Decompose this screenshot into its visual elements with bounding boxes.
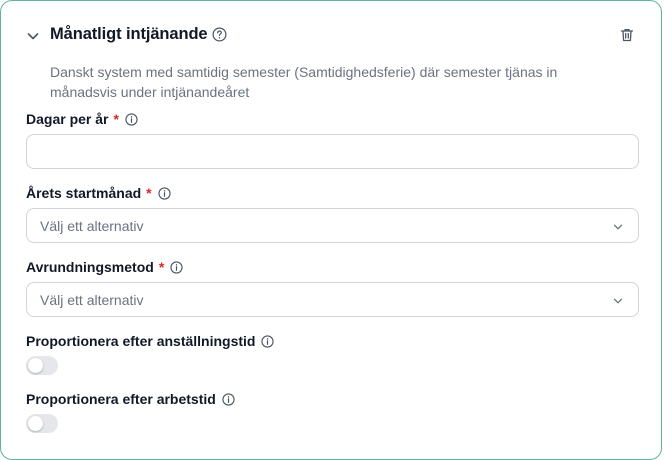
required-marker: * — [146, 185, 152, 201]
start-month-label: Årets startmånad * — [26, 185, 171, 201]
info-circle-icon[interactable] — [261, 334, 275, 348]
rounding-select[interactable]: Välj ett alternativ — [26, 282, 639, 317]
question-circle-icon[interactable] — [212, 27, 227, 42]
prorate-employment-label: Proportionera efter anställningstid — [26, 333, 275, 349]
chevron-down-icon — [612, 294, 624, 306]
section-description: Danskt system med samtidig semester (Sam… — [50, 64, 558, 100]
card-header: Månatligt intjänande — [25, 23, 637, 49]
info-circle-icon[interactable] — [157, 186, 171, 200]
required-marker: * — [113, 111, 119, 127]
rounding-label: Avrundningsmetod * — [26, 259, 183, 275]
toggle-knob — [28, 358, 43, 373]
select-placeholder: Välj ett alternativ — [40, 292, 144, 308]
trash-icon[interactable] — [619, 27, 635, 43]
chevron-down-icon — [612, 220, 624, 232]
days-per-year-input[interactable] — [26, 134, 639, 169]
info-circle-icon[interactable] — [170, 260, 183, 274]
prorate-worktime-toggle[interactable] — [26, 414, 58, 433]
days-per-year-label: Dagar per år * — [26, 111, 138, 127]
accrual-rule-card: Månatligt intjänande Danskt system med s… — [0, 0, 662, 460]
required-marker: * — [158, 259, 165, 275]
info-circle-icon[interactable] — [125, 112, 138, 126]
info-circle-icon[interactable] — [222, 392, 235, 406]
prorate-employment-toggle[interactable] — [26, 356, 58, 375]
rounding-label-text: Avrundningsmetod — [26, 259, 154, 275]
toggle-knob — [28, 416, 43, 431]
select-placeholder: Välj ett alternativ — [40, 218, 144, 234]
days-per-year-label-text: Dagar per år — [26, 111, 109, 127]
chevron-down-icon[interactable] — [25, 28, 41, 44]
prorate-worktime-label: Proportionera efter arbetstid — [26, 391, 235, 407]
prorate-employment-label-text: Proportionera efter anställningstid — [26, 333, 256, 349]
start-month-label-text: Årets startmånad — [26, 185, 142, 201]
start-month-select[interactable]: Välj ett alternativ — [26, 208, 639, 243]
prorate-worktime-label-text: Proportionera efter arbetstid — [26, 391, 216, 407]
section-title: Månatligt intjänande — [50, 25, 208, 43]
